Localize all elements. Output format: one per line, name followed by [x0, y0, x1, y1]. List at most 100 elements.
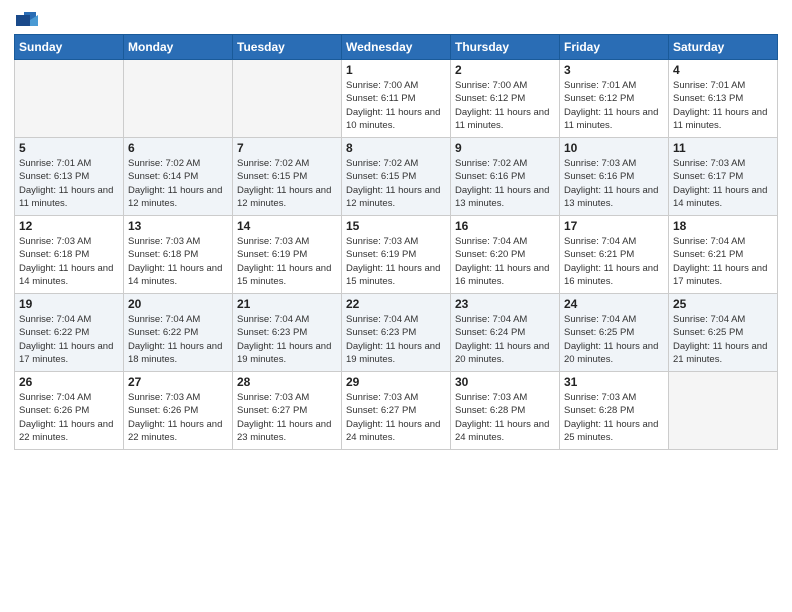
day-info: Sunrise: 7:03 AM Sunset: 6:19 PM Dayligh…	[237, 235, 337, 288]
day-number: 16	[455, 219, 555, 233]
day-cell: 5 Sunrise: 7:01 AM Sunset: 6:13 PM Daylig…	[15, 138, 124, 216]
logo	[14, 10, 38, 26]
day-info: Sunrise: 7:04 AM Sunset: 6:23 PM Dayligh…	[346, 313, 446, 366]
day-cell: 14 Sunrise: 7:03 AM Sunset: 6:19 PM Dayli…	[233, 216, 342, 294]
day-number: 14	[237, 219, 337, 233]
day-info: Sunrise: 7:04 AM Sunset: 6:20 PM Dayligh…	[455, 235, 555, 288]
day-info: Sunrise: 7:04 AM Sunset: 6:24 PM Dayligh…	[455, 313, 555, 366]
weekday-header-row: SundayMondayTuesdayWednesdayThursdayFrid…	[15, 35, 778, 60]
day-cell: 31Sunrise: 7:03 AM Sunset: 6:28 PM Dayli…	[560, 372, 669, 450]
day-info: Sunrise: 7:03 AM Sunset: 6:28 PM Dayligh…	[455, 391, 555, 444]
day-number: 3	[564, 63, 664, 77]
day-info: Sunrise: 7:03 AM Sunset: 6:17 PM Dayligh…	[673, 157, 773, 210]
day-cell: 20Sunrise: 7:04 AM Sunset: 6:22 PM Dayli…	[124, 294, 233, 372]
weekday-tuesday: Tuesday	[233, 35, 342, 60]
day-cell: 2 Sunrise: 7:00 AM Sunset: 6:12 PM Daylig…	[451, 60, 560, 138]
day-cell	[669, 372, 778, 450]
day-info: Sunrise: 7:03 AM Sunset: 6:27 PM Dayligh…	[346, 391, 446, 444]
day-cell: 25Sunrise: 7:04 AM Sunset: 6:25 PM Dayli…	[669, 294, 778, 372]
day-cell: 11 Sunrise: 7:03 AM Sunset: 6:17 PM Dayli…	[669, 138, 778, 216]
day-info: Sunrise: 7:03 AM Sunset: 6:28 PM Dayligh…	[564, 391, 664, 444]
day-info: Sunrise: 7:04 AM Sunset: 6:25 PM Dayligh…	[564, 313, 664, 366]
day-info: Sunrise: 7:02 AM Sunset: 6:15 PM Dayligh…	[346, 157, 446, 210]
day-cell: 29 Sunrise: 7:03 AM Sunset: 6:27 PM Dayli…	[342, 372, 451, 450]
day-cell: 7 Sunrise: 7:02 AM Sunset: 6:15 PM Daylig…	[233, 138, 342, 216]
page: SundayMondayTuesdayWednesdayThursdayFrid…	[0, 0, 792, 612]
day-number: 8	[346, 141, 446, 155]
week-row-1: 1 Sunrise: 7:00 AM Sunset: 6:11 PM Daylig…	[15, 60, 778, 138]
day-info: Sunrise: 7:03 AM Sunset: 6:18 PM Dayligh…	[128, 235, 228, 288]
day-info: Sunrise: 7:04 AM Sunset: 6:21 PM Dayligh…	[564, 235, 664, 288]
day-number: 10	[564, 141, 664, 155]
week-row-4: 19 Sunrise: 7:04 AM Sunset: 6:22 PM Dayli…	[15, 294, 778, 372]
day-cell: 23 Sunrise: 7:04 AM Sunset: 6:24 PM Dayli…	[451, 294, 560, 372]
day-number: 20	[128, 297, 228, 311]
week-row-3: 12 Sunrise: 7:03 AM Sunset: 6:18 PM Dayli…	[15, 216, 778, 294]
day-info: Sunrise: 7:01 AM Sunset: 6:12 PM Dayligh…	[564, 79, 664, 132]
day-number: 4	[673, 63, 773, 77]
day-info: Sunrise: 7:03 AM Sunset: 6:19 PM Dayligh…	[346, 235, 446, 288]
day-number: 25	[673, 297, 773, 311]
day-number: 28	[237, 375, 337, 389]
day-info: Sunrise: 7:02 AM Sunset: 6:15 PM Dayligh…	[237, 157, 337, 210]
day-cell: 21 Sunrise: 7:04 AM Sunset: 6:23 PM Dayli…	[233, 294, 342, 372]
day-cell	[233, 60, 342, 138]
day-cell: 10 Sunrise: 7:03 AM Sunset: 6:16 PM Dayli…	[560, 138, 669, 216]
day-cell: 18Sunrise: 7:04 AM Sunset: 6:21 PM Dayli…	[669, 216, 778, 294]
logo-icon	[16, 10, 38, 28]
day-number: 15	[346, 219, 446, 233]
weekday-thursday: Thursday	[451, 35, 560, 60]
day-number: 23	[455, 297, 555, 311]
weekday-saturday: Saturday	[669, 35, 778, 60]
day-info: Sunrise: 7:04 AM Sunset: 6:22 PM Dayligh…	[19, 313, 119, 366]
day-info: Sunrise: 7:03 AM Sunset: 6:16 PM Dayligh…	[564, 157, 664, 210]
day-cell: 12Sunrise: 7:03 AM Sunset: 6:18 PM Dayli…	[15, 216, 124, 294]
day-number: 9	[455, 141, 555, 155]
weekday-friday: Friday	[560, 35, 669, 60]
day-info: Sunrise: 7:00 AM Sunset: 6:12 PM Dayligh…	[455, 79, 555, 132]
day-cell: 17 Sunrise: 7:04 AM Sunset: 6:21 PM Dayli…	[560, 216, 669, 294]
day-number: 13	[128, 219, 228, 233]
day-number: 7	[237, 141, 337, 155]
day-number: 1	[346, 63, 446, 77]
day-number: 29	[346, 375, 446, 389]
day-cell: 3 Sunrise: 7:01 AM Sunset: 6:12 PM Daylig…	[560, 60, 669, 138]
day-info: Sunrise: 7:02 AM Sunset: 6:16 PM Dayligh…	[455, 157, 555, 210]
day-number: 24	[564, 297, 664, 311]
day-cell: 26Sunrise: 7:04 AM Sunset: 6:26 PM Dayli…	[15, 372, 124, 450]
day-info: Sunrise: 7:02 AM Sunset: 6:14 PM Dayligh…	[128, 157, 228, 210]
weekday-wednesday: Wednesday	[342, 35, 451, 60]
weekday-monday: Monday	[124, 35, 233, 60]
day-cell: 28 Sunrise: 7:03 AM Sunset: 6:27 PM Dayli…	[233, 372, 342, 450]
day-number: 19	[19, 297, 119, 311]
header	[14, 10, 778, 26]
day-cell: 6Sunrise: 7:02 AM Sunset: 6:14 PM Daylig…	[124, 138, 233, 216]
day-cell: 4 Sunrise: 7:01 AM Sunset: 6:13 PM Daylig…	[669, 60, 778, 138]
day-info: Sunrise: 7:03 AM Sunset: 6:26 PM Dayligh…	[128, 391, 228, 444]
day-number: 21	[237, 297, 337, 311]
day-info: Sunrise: 7:03 AM Sunset: 6:27 PM Dayligh…	[237, 391, 337, 444]
day-cell: 30Sunrise: 7:03 AM Sunset: 6:28 PM Dayli…	[451, 372, 560, 450]
day-cell	[15, 60, 124, 138]
day-cell: 15 Sunrise: 7:03 AM Sunset: 6:19 PM Dayli…	[342, 216, 451, 294]
day-cell: 24 Sunrise: 7:04 AM Sunset: 6:25 PM Dayli…	[560, 294, 669, 372]
day-number: 12	[19, 219, 119, 233]
day-number: 17	[564, 219, 664, 233]
day-number: 5	[19, 141, 119, 155]
week-row-2: 5 Sunrise: 7:01 AM Sunset: 6:13 PM Daylig…	[15, 138, 778, 216]
week-row-5: 26Sunrise: 7:04 AM Sunset: 6:26 PM Dayli…	[15, 372, 778, 450]
day-cell: 9 Sunrise: 7:02 AM Sunset: 6:16 PM Daylig…	[451, 138, 560, 216]
day-cell: 22Sunrise: 7:04 AM Sunset: 6:23 PM Dayli…	[342, 294, 451, 372]
day-cell: 8 Sunrise: 7:02 AM Sunset: 6:15 PM Daylig…	[342, 138, 451, 216]
day-number: 18	[673, 219, 773, 233]
day-number: 2	[455, 63, 555, 77]
day-info: Sunrise: 7:01 AM Sunset: 6:13 PM Dayligh…	[19, 157, 119, 210]
day-number: 27	[128, 375, 228, 389]
day-info: Sunrise: 7:01 AM Sunset: 6:13 PM Dayligh…	[673, 79, 773, 132]
day-number: 11	[673, 141, 773, 155]
day-cell: 13 Sunrise: 7:03 AM Sunset: 6:18 PM Dayli…	[124, 216, 233, 294]
day-info: Sunrise: 7:00 AM Sunset: 6:11 PM Dayligh…	[346, 79, 446, 132]
day-cell: 19 Sunrise: 7:04 AM Sunset: 6:22 PM Dayli…	[15, 294, 124, 372]
day-info: Sunrise: 7:04 AM Sunset: 6:23 PM Dayligh…	[237, 313, 337, 366]
day-number: 26	[19, 375, 119, 389]
